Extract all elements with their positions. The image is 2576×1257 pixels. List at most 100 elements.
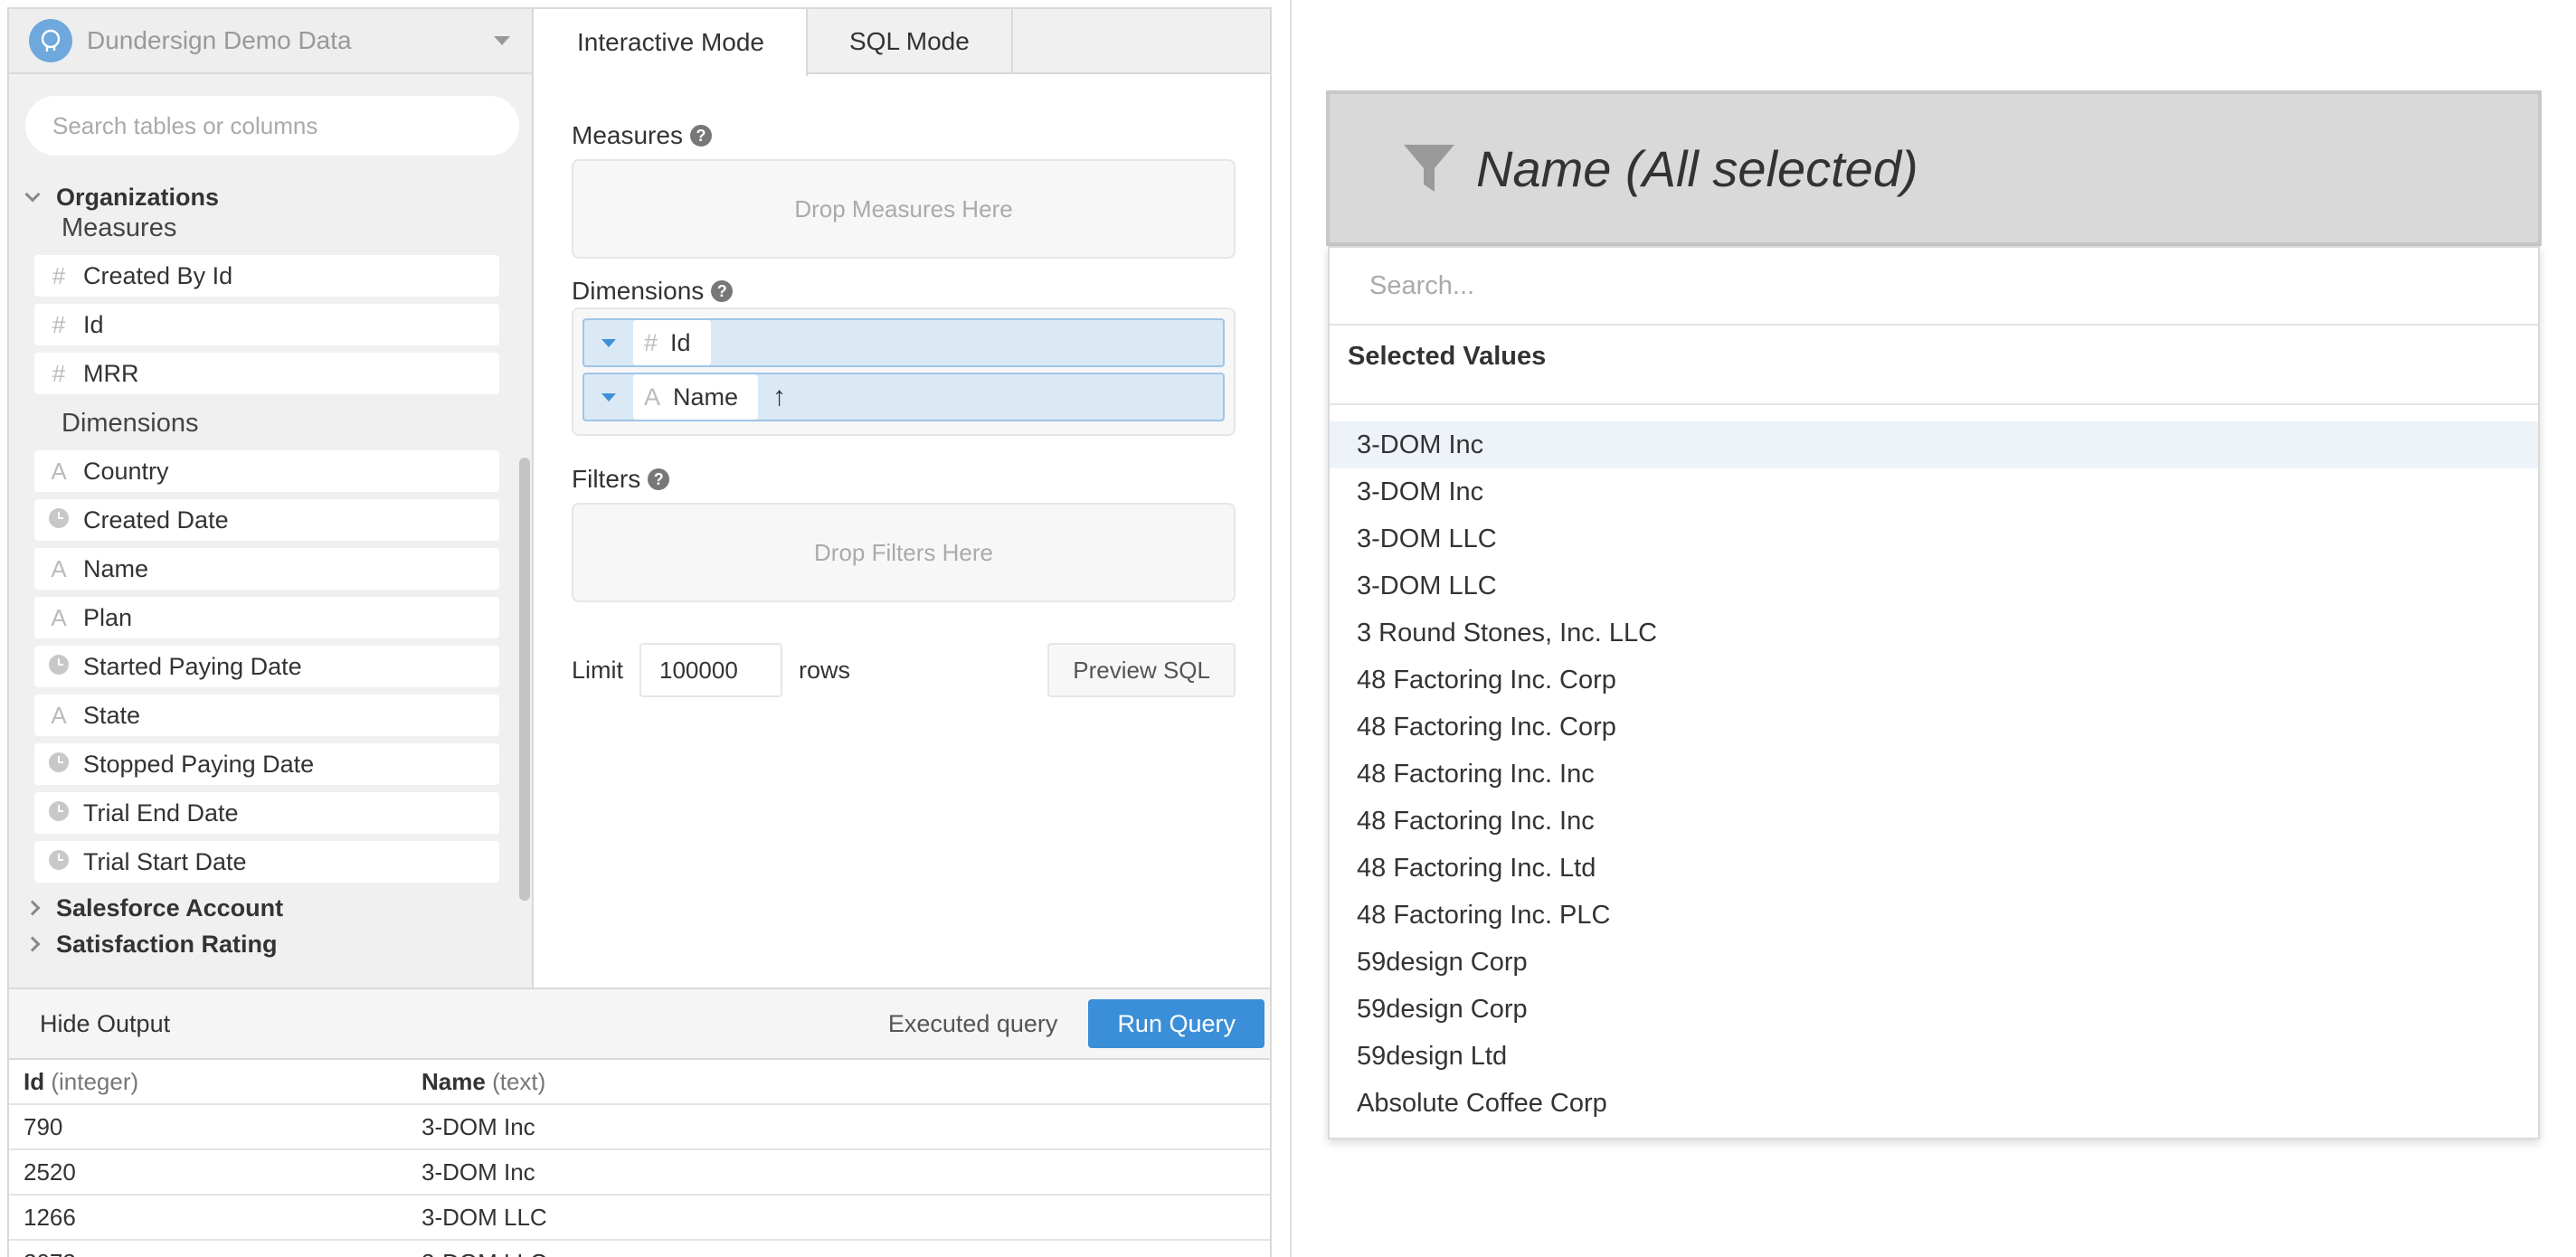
- search-tables-input[interactable]: [25, 96, 519, 156]
- query-editor: Dundersign Demo Data Organizations Measu…: [7, 7, 1272, 1257]
- dimensions-drop-zone[interactable]: # Id A Name ↑: [572, 307, 1236, 436]
- field-label: MRR: [83, 359, 139, 387]
- field-label: Stopped Paying Date: [83, 750, 315, 778]
- dimension-pill[interactable]: A Name ↑: [582, 373, 1225, 421]
- table-name: Satisfaction Rating: [56, 930, 278, 958]
- chevron-right-icon: [24, 900, 41, 916]
- run-query-button[interactable]: Run Query: [1088, 999, 1264, 1048]
- dimension-field[interactable]: A Country: [34, 450, 499, 492]
- clock-glyph: [49, 654, 69, 675]
- hash-icon: #: [52, 261, 66, 289]
- dimension-pill-label: # Id: [633, 320, 711, 365]
- dimension-field[interactable]: A State: [34, 695, 499, 736]
- dimension-field[interactable]: A Name: [34, 548, 499, 590]
- filter-value-item[interactable]: 59design Ltd: [1330, 1033, 2538, 1080]
- table-cell: 1266: [24, 1203, 76, 1231]
- help-icon[interactable]: ?: [711, 280, 734, 302]
- dimension-pill-label: A Name: [633, 374, 759, 420]
- field-label: Started Paying Date: [83, 652, 302, 680]
- measures-label-text: Measures: [572, 121, 683, 149]
- hash-icon: #: [52, 359, 66, 387]
- measure-field[interactable]: # MRR: [34, 353, 499, 394]
- filter-value-item[interactable]: 3-DOM Inc: [1330, 468, 2538, 515]
- chevron-down-icon: [494, 36, 510, 45]
- preview-sql-button[interactable]: Preview SQL: [1047, 643, 1236, 697]
- clock-glyph: [49, 507, 69, 528]
- dimension-field[interactable]: Created Date: [34, 499, 499, 541]
- text-type-icon: A: [51, 457, 67, 485]
- filter-value-item[interactable]: 48 Factoring Inc. Corp: [1330, 704, 2538, 751]
- dimension-field[interactable]: Started Paying Date: [34, 646, 499, 687]
- tab-interactive-mode[interactable]: Interactive Mode: [535, 9, 808, 76]
- limit-label: Limit: [572, 656, 624, 684]
- table-cell: 3-DOM LLC: [421, 1249, 547, 1257]
- limit-row: Limit rows Preview SQL: [572, 642, 1236, 698]
- table-cell: 3-DOM LLC: [421, 1203, 547, 1231]
- field-label: Plan: [83, 603, 133, 631]
- table-collapsed[interactable]: Satisfaction Rating: [9, 926, 516, 962]
- schema-sidebar: Dundersign Demo Data Organizations Measu…: [9, 9, 534, 988]
- selected-values-heading: Selected Values: [1348, 342, 1547, 371]
- filters-drop-zone[interactable]: Drop Filters Here: [572, 503, 1236, 602]
- chevron-down-icon[interactable]: [584, 338, 633, 347]
- dimension-field[interactable]: A Plan: [34, 597, 499, 638]
- output-toolbar: Hide Output Executed query Run Query: [9, 988, 1270, 1060]
- filter-value-item[interactable]: 48 Factoring Inc. Corp: [1330, 657, 2538, 704]
- datasource-select[interactable]: Dundersign Demo Data: [9, 9, 532, 74]
- clock-icon: [34, 506, 83, 534]
- filter-header[interactable]: Name (All selected): [1326, 90, 2542, 246]
- column-header[interactable]: Id (integer): [9, 1068, 421, 1096]
- tab-sql-mode[interactable]: SQL Mode: [808, 9, 1013, 74]
- dimension-pill[interactable]: # Id: [582, 318, 1225, 367]
- table-cell: 3-DOM Inc: [421, 1158, 535, 1186]
- filter-value-item[interactable]: 3 Round Stones, Inc. LLC: [1330, 610, 2538, 657]
- schema-tree: Organizations Measures # Created By Id # Id…: [9, 179, 516, 988]
- filter-value-item[interactable]: 59design Corp: [1330, 986, 2538, 1033]
- filter-title: Name (All selected): [1476, 139, 1918, 197]
- filter-value-item[interactable]: 3-DOM Inc: [1330, 421, 2538, 468]
- measure-field[interactable]: # Id: [34, 304, 499, 345]
- filter-value-item[interactable]: 3-DOM LLC: [1330, 562, 2538, 610]
- table-cell: 790: [24, 1112, 63, 1140]
- clock-icon: [34, 653, 83, 681]
- chevron-down-icon[interactable]: [584, 392, 633, 402]
- filter-value-item[interactable]: 48 Factoring Inc. Inc: [1330, 751, 2538, 798]
- filter-value-item[interactable]: 48 Factoring Inc. Inc: [1330, 798, 2538, 845]
- field-label: Created Date: [83, 506, 229, 534]
- dimension-field[interactable]: Trial End Date: [34, 792, 499, 834]
- filter-value-item[interactable]: 3-DOM LLC: [1330, 515, 2538, 562]
- hide-output-toggle[interactable]: Hide Output: [9, 1010, 170, 1038]
- filter-value-item[interactable]: 59design Corp: [1330, 939, 2538, 986]
- field-label: Created By Id: [83, 261, 233, 289]
- text-type-icon: A: [51, 554, 67, 582]
- dimension-field[interactable]: Stopped Paying Date: [34, 743, 499, 785]
- scrollbar-thumb[interactable]: [519, 458, 530, 901]
- table-row: 790 3-DOM Inc: [9, 1105, 1270, 1150]
- measure-field[interactable]: # Created By Id: [34, 255, 499, 297]
- mode-tabs: Interactive Mode SQL Mode: [535, 9, 1270, 76]
- hash-icon: #: [644, 328, 658, 356]
- table-collapsed[interactable]: Salesforce Account: [9, 890, 516, 926]
- sidebar-scrollbar[interactable]: [516, 179, 532, 988]
- clock-glyph: [49, 800, 69, 821]
- sort-ascending-icon[interactable]: ↑: [772, 382, 786, 412]
- table-name: Salesforce Account: [56, 893, 284, 921]
- field-label: State: [83, 701, 141, 729]
- dimension-field[interactable]: Trial Start Date: [34, 841, 499, 883]
- datasource-name: Dundersign Demo Data: [87, 26, 352, 54]
- results-table: Id (integer) Name (text) 790 3-DOM Inc 252…: [9, 1060, 1270, 1257]
- filter-dropdown: Selected Values 3-DOM Inc3-DOM Inc3-DOM …: [1328, 246, 2540, 1139]
- filter-value-item[interactable]: Absolute Coffee Corp: [1330, 1080, 2538, 1127]
- filter-value-item[interactable]: 48 Factoring Inc. PLC: [1330, 892, 2538, 939]
- postgres-elephant-icon: [29, 19, 72, 62]
- executed-query-status: Executed query: [887, 1009, 1058, 1037]
- limit-input[interactable]: [639, 643, 783, 697]
- measures-label: Measures ?: [572, 121, 712, 150]
- column-header[interactable]: Name (text): [421, 1068, 545, 1096]
- filter-search-input[interactable]: [1330, 248, 2538, 326]
- help-icon[interactable]: ?: [689, 125, 712, 146]
- table-cell: 2073: [9, 1249, 421, 1257]
- help-icon[interactable]: ?: [648, 468, 670, 490]
- filter-value-item[interactable]: 48 Factoring Inc. Ltd: [1330, 845, 2538, 892]
- measures-drop-zone[interactable]: Drop Measures Here: [572, 159, 1236, 259]
